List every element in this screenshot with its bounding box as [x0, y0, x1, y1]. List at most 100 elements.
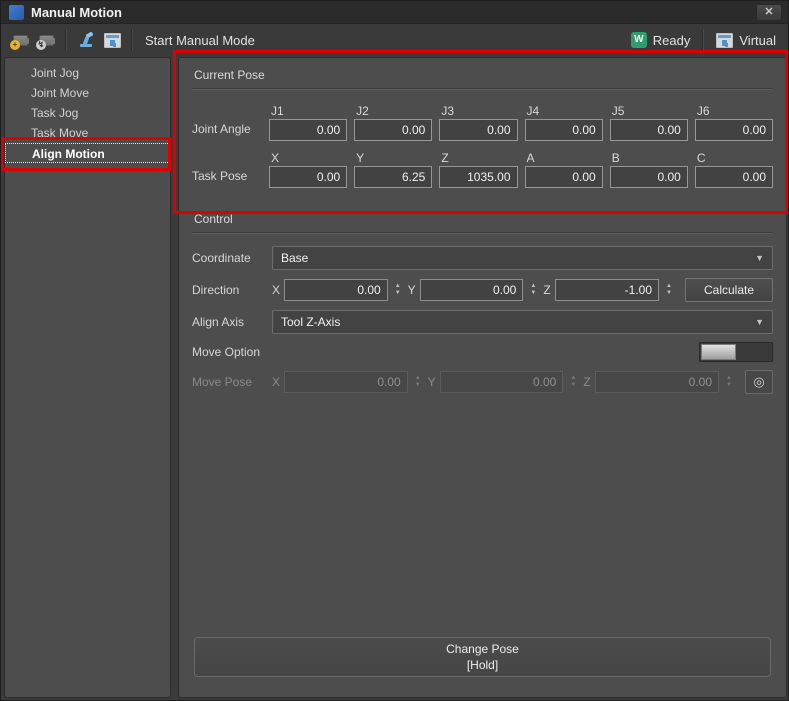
direction-y-spinner[interactable]: ▲▼ [527, 283, 539, 297]
start-manual-mode-label: Start Manual Mode [145, 33, 255, 48]
j4-field[interactable]: 0.00 [525, 119, 603, 141]
j6-label: J6 [695, 104, 773, 119]
move-to-pose-icon[interactable]: ↯ [33, 28, 59, 52]
j2-field[interactable]: 0.00 [354, 119, 432, 141]
j1-label: J1 [269, 104, 347, 119]
change-pose-button[interactable]: Change Pose [Hold] [194, 637, 771, 677]
z-label: Z [439, 151, 517, 166]
coordinate-select[interactable]: Base ▼ [272, 246, 773, 270]
task-pose-label: Task Pose [192, 169, 256, 188]
toolbar: + ↯ Start Manual Mode W Ready Virtual [1, 25, 789, 55]
get-pose-icon[interactable]: + [7, 28, 33, 52]
status-area: W Ready Virtual [631, 30, 784, 50]
target-pose-icon[interactable]: ◎ [745, 370, 773, 394]
status-separator [702, 30, 704, 50]
move-pose-z-label: Z [583, 375, 590, 389]
toolbar-separator [65, 30, 67, 50]
sidebar-item-joint-jog[interactable]: Joint Jog [5, 63, 170, 83]
y-label: Y [354, 151, 432, 166]
move-option-row: Move Option [192, 342, 773, 362]
align-axis-select[interactable]: Tool Z-Axis ▼ [272, 310, 773, 334]
c-label: C [695, 151, 773, 166]
direction-z-field[interactable]: -1.00 [555, 279, 659, 301]
coordinate-row: Coordinate Base ▼ [192, 246, 773, 270]
task-pose-row: Task Pose X0.00 Y6.25 Z1035.00 A0.00 B0.… [192, 151, 773, 188]
move-pose-y-label: Y [428, 375, 436, 389]
toggle-knob [701, 344, 736, 360]
lightning-badge-icon: ↯ [36, 40, 46, 50]
direction-row: Direction X 0.00 ▲▼ Y 0.00 ▲▼ Z -1.00 ▲▼ [192, 278, 773, 302]
j6-field[interactable]: 0.00 [695, 119, 773, 141]
close-icon[interactable]: ✕ [756, 4, 782, 21]
j5-label: J5 [610, 104, 688, 119]
task-c-field[interactable]: 0.00 [695, 166, 773, 188]
direction-label: Direction [192, 283, 272, 297]
direction-x-label: X [272, 283, 280, 297]
j3-field[interactable]: 0.00 [439, 119, 517, 141]
move-pose-z-field: 0.00 [595, 371, 719, 393]
virtual-mode-icon [716, 33, 733, 48]
current-pose-title: Current Pose [192, 64, 773, 88]
x-label: X [269, 151, 347, 166]
window-title: Manual Motion [31, 5, 122, 20]
sidebar-item-task-jog[interactable]: Task Jog [5, 103, 170, 123]
move-pose-x-label: X [272, 375, 280, 389]
jog-robot-icon[interactable] [73, 28, 99, 52]
panel-spacer [192, 394, 773, 637]
app-icon [9, 5, 24, 20]
align-motion-panel: Current Pose Joint Angle J10.00 J20.00 J… [178, 57, 787, 698]
move-option-label: Move Option [192, 345, 272, 359]
ready-status-label: Ready [653, 33, 691, 48]
task-z-field[interactable]: 1035.00 [439, 166, 517, 188]
toolbar-separator [131, 30, 133, 50]
task-y-field[interactable]: 6.25 [354, 166, 432, 188]
j4-label: J4 [525, 104, 603, 119]
direction-y-label: Y [408, 283, 416, 297]
task-a-field[interactable]: 0.00 [525, 166, 603, 188]
change-pose-line1: Change Pose [446, 641, 519, 657]
move-option-toggle[interactable] [699, 342, 773, 362]
section-separator [192, 232, 773, 234]
sidebar-item-align-motion[interactable]: Align Motion [5, 143, 170, 163]
coordinate-label: Coordinate [192, 251, 272, 265]
change-pose-line2: [Hold] [467, 657, 498, 673]
align-axis-label: Align Axis [192, 315, 272, 329]
chevron-down-icon: ▼ [755, 253, 764, 263]
j5-field[interactable]: 0.00 [610, 119, 688, 141]
calculate-button[interactable]: Calculate [685, 278, 773, 302]
direction-x-field[interactable]: 0.00 [284, 279, 388, 301]
move-pose-row: Move Pose X 0.00 ▲▼ Y 0.00 ▲▼ Z 0.00 ▲▼ … [192, 370, 773, 394]
move-pose-label: Move Pose [192, 375, 272, 389]
motion-mode-sidebar: Joint Jog Joint Move Task Jog Task Move … [4, 57, 171, 698]
ready-status-icon: W [631, 32, 647, 48]
plus-badge-icon: + [10, 40, 20, 50]
manual-motion-window: Manual Motion ✕ + ↯ Start Manual Mode W … [0, 0, 789, 701]
move-pose-y-field: 0.00 [440, 371, 564, 393]
title-bar: Manual Motion ✕ [1, 1, 789, 24]
task-x-field[interactable]: 0.00 [269, 166, 347, 188]
joint-angle-label: Joint Angle [192, 122, 256, 141]
sidebar-item-task-move[interactable]: Task Move [5, 123, 170, 143]
task-b-field[interactable]: 0.00 [610, 166, 688, 188]
chevron-down-icon: ▼ [755, 317, 764, 327]
b-label: B [610, 151, 688, 166]
control-title: Control [192, 208, 773, 232]
a-label: A [525, 151, 603, 166]
virtual-mode-label: Virtual [739, 33, 776, 48]
j3-label: J3 [439, 104, 517, 119]
direction-z-spinner[interactable]: ▲▼ [663, 283, 675, 297]
j1-field[interactable]: 0.00 [269, 119, 347, 141]
sidebar-item-joint-move[interactable]: Joint Move [5, 83, 170, 103]
virtual-robot-icon[interactable] [99, 28, 125, 52]
coordinate-value: Base [281, 251, 308, 265]
move-pose-z-spinner: ▲▼ [723, 375, 735, 389]
direction-z-label: Z [543, 283, 550, 297]
move-pose-x-spinner: ▲▼ [412, 375, 424, 389]
direction-y-field[interactable]: 0.00 [420, 279, 524, 301]
move-pose-x-field: 0.00 [284, 371, 408, 393]
direction-x-spinner[interactable]: ▲▼ [392, 283, 404, 297]
align-axis-value: Tool Z-Axis [281, 315, 340, 329]
move-pose-y-spinner: ▲▼ [567, 375, 579, 389]
j2-label: J2 [354, 104, 432, 119]
section-separator [192, 88, 773, 90]
